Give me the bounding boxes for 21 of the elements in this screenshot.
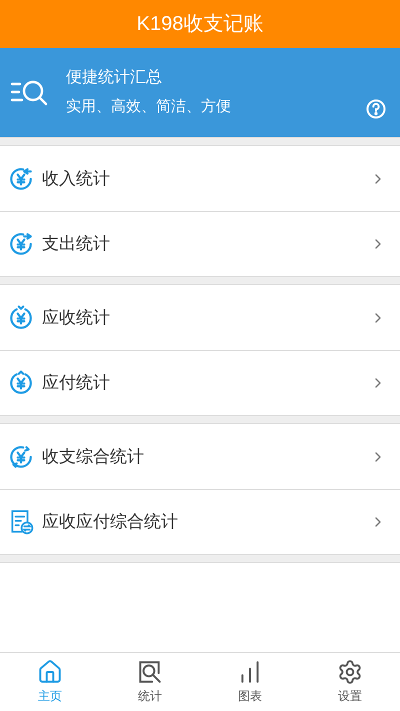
yen-icon — [8, 231, 34, 257]
settings-icon — [337, 659, 363, 685]
menu-item-label: 支出统计 — [42, 233, 111, 256]
yen-icon — [8, 444, 34, 470]
menu-item-label: 应收应付综合统计 — [42, 511, 179, 534]
app-title: K198收支记账 — [136, 12, 264, 37]
banner-subtitle: 实用、高效、简洁、方便 — [66, 97, 232, 118]
menu-item-label: 收支综合统计 — [42, 446, 145, 468]
yen-icon — [8, 370, 34, 396]
menu-item-label: 应收统计 — [42, 306, 111, 329]
home-icon — [37, 659, 63, 685]
help-icon[interactable] — [366, 99, 386, 119]
menu-item-label: 收入统计 — [42, 168, 111, 190]
banner-title: 便捷统计汇总 — [66, 68, 163, 88]
nav-tab[interactable]: 图表 — [200, 653, 300, 711]
search-icon — [137, 659, 163, 685]
yen-icon — [8, 304, 34, 330]
yen-icon — [8, 166, 34, 192]
nav-tab[interactable]: 设置 — [300, 653, 400, 711]
nav-tab[interactable]: 统计 — [100, 653, 200, 711]
menu-item-label: 应付统计 — [42, 372, 111, 394]
